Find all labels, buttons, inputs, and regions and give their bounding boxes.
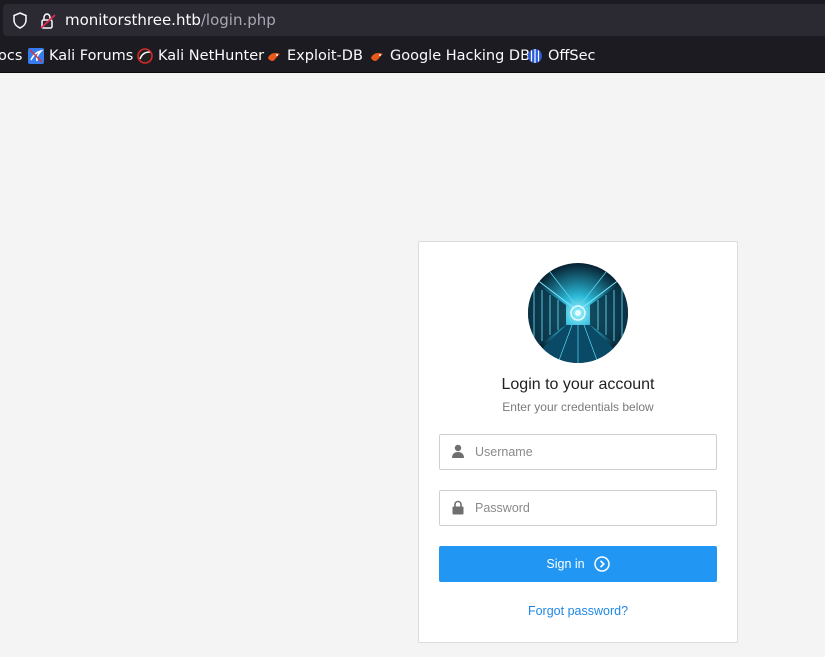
forgot-password-link[interactable]: Forgot password? bbox=[419, 604, 737, 618]
bookmark-offsec[interactable]: OffSec bbox=[527, 47, 596, 65]
arrow-circle-right-icon bbox=[593, 556, 610, 572]
bookmark-kali-nethunter[interactable]: Kali NetHunter bbox=[137, 47, 264, 65]
url-bar[interactable]: monitorsthree.htb/login.php bbox=[3, 4, 825, 36]
bookmark-kali-forums[interactable]: Kali Forums bbox=[28, 47, 133, 65]
insecure-lock-icon[interactable] bbox=[39, 12, 57, 35]
bookmark-docs[interactable]: ocs bbox=[0, 47, 22, 65]
offsec-icon bbox=[527, 48, 543, 64]
bookmark-label: Google Hacking DB bbox=[390, 48, 531, 64]
bookmark-label: OffSec bbox=[548, 48, 596, 64]
kali-forums-icon bbox=[28, 48, 44, 64]
username-field[interactable] bbox=[439, 434, 717, 470]
bookmark-exploit-db[interactable]: Exploit-DB bbox=[266, 47, 363, 65]
exploit-db-icon bbox=[266, 48, 282, 64]
server-room-avatar bbox=[528, 263, 628, 363]
login-title: Login to your account bbox=[501, 376, 655, 393]
user-icon bbox=[451, 444, 465, 463]
tracking-protection-shield-icon[interactable] bbox=[12, 12, 28, 34]
lock-icon bbox=[451, 500, 465, 520]
login-card: Login to your account Enter your credent… bbox=[418, 241, 738, 643]
bookmark-label: Kali NetHunter bbox=[158, 48, 265, 64]
sign-in-button[interactable]: Sign in bbox=[439, 546, 717, 582]
bookmark-label: Kali Forums bbox=[49, 48, 134, 64]
google-hacking-db-icon bbox=[369, 48, 385, 64]
url-path: /login.php bbox=[200, 11, 276, 29]
bookmark-label: Exploit-DB bbox=[287, 48, 363, 64]
bookmark-google-hacking-db[interactable]: Google Hacking DB bbox=[369, 47, 530, 65]
kali-nethunter-icon bbox=[137, 48, 153, 64]
url-host: monitorsthree.htb bbox=[65, 11, 201, 29]
username-input[interactable] bbox=[475, 435, 705, 469]
bookmark-label: ocs bbox=[0, 48, 23, 64]
browser-toolbar: monitorsthree.htb/login.php bbox=[0, 0, 825, 40]
sign-in-label: Sign in bbox=[546, 557, 585, 571]
url-text[interactable]: monitorsthree.htb/login.php bbox=[65, 11, 276, 29]
bookmarks-toolbar: ocs Kali Forums Kali NetHunter Exploit-D… bbox=[0, 40, 825, 73]
password-input[interactable] bbox=[475, 491, 705, 525]
password-field[interactable] bbox=[439, 490, 717, 526]
login-subtitle: Enter your credentials below bbox=[502, 400, 654, 414]
